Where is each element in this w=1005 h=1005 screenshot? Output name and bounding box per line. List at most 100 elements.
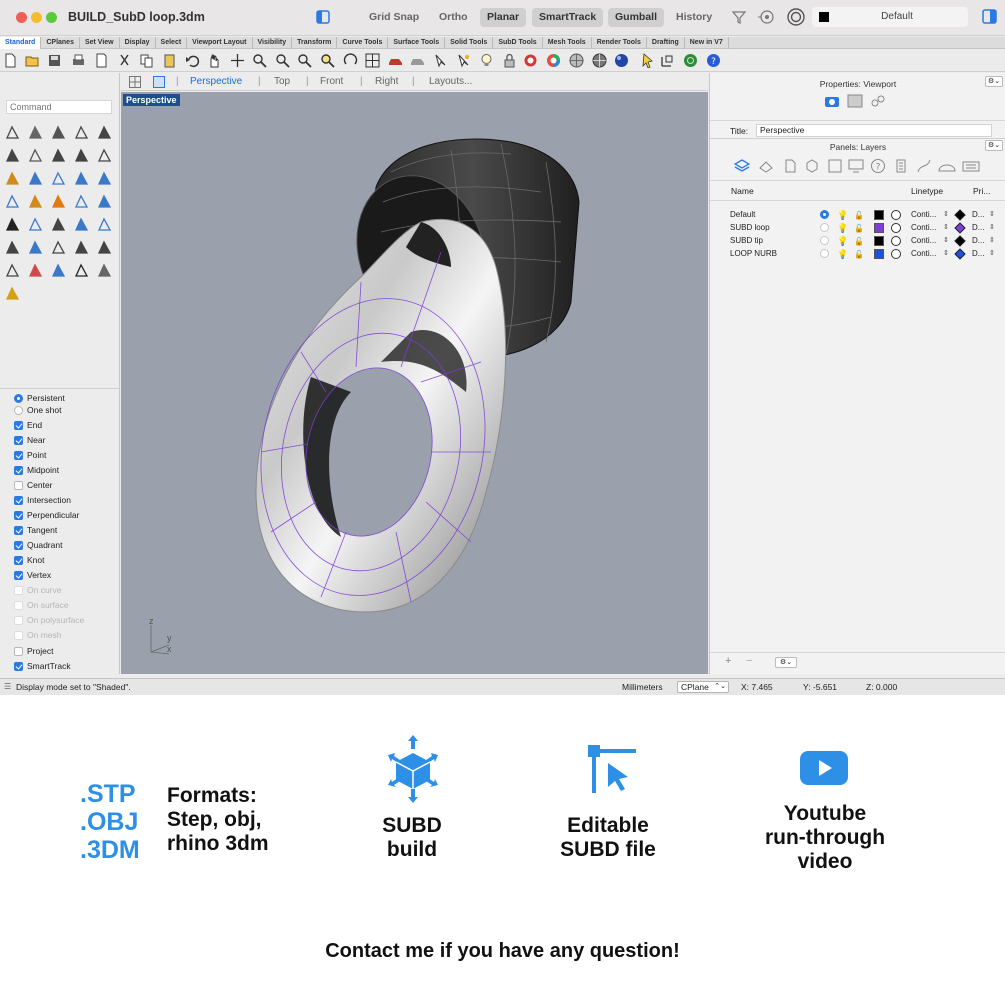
tangent-checkbox[interactable] — [14, 526, 23, 535]
render-panel-icon[interactable] — [758, 158, 774, 174]
notes-panel-icon[interactable] — [893, 158, 909, 174]
print-color-diamond[interactable] — [954, 248, 966, 260]
layers-options-button[interactable]: ⚙⌄ — [985, 140, 1003, 151]
current-layer-radio[interactable] — [820, 249, 829, 258]
group-icon[interactable] — [27, 216, 44, 233]
array-icon[interactable] — [73, 216, 90, 233]
current-layer-field[interactable]: Default — [812, 7, 968, 27]
four-viewports-icon[interactable] — [365, 53, 380, 68]
layer-name[interactable]: LOOP NURB — [730, 247, 777, 260]
surface-icon[interactable] — [4, 193, 21, 210]
zoom-window-button[interactable] — [46, 12, 57, 23]
sidebar-toggle-icon[interactable] — [316, 10, 330, 24]
project-checkbox[interactable] — [14, 647, 23, 656]
layer-row[interactable]: SUBD loop 💡 🔓 Conti... ⇕ D... ⇕ — [710, 221, 1005, 234]
color-wheel-icon[interactable] — [546, 53, 561, 68]
check-icon[interactable] — [73, 262, 90, 279]
paint-bucket-icon[interactable] — [4, 285, 21, 302]
layer-color-swatch[interactable] — [874, 236, 884, 246]
cplane-select[interactable]: CPlane ⌃⌄ — [677, 681, 729, 693]
join-icon[interactable] — [4, 216, 21, 233]
knot-checkbox[interactable] — [14, 556, 23, 565]
flow-icon[interactable] — [50, 193, 67, 210]
analyze-icon[interactable] — [50, 262, 67, 279]
record-history-icon[interactable] — [758, 9, 776, 25]
viewport-title-label[interactable]: Perspective — [123, 94, 180, 106]
undo-icon[interactable] — [185, 53, 200, 68]
explode-icon[interactable] — [27, 193, 44, 210]
gumball-button[interactable]: Gumball — [608, 8, 665, 27]
layer-color-swatch[interactable] — [874, 210, 884, 220]
polyline-icon[interactable] — [50, 124, 67, 141]
linetype-stepper-icon[interactable]: ⇕ — [943, 221, 949, 234]
add-layer-button[interactable]: + — [725, 655, 731, 667]
object-panel-icon[interactable] — [804, 158, 820, 174]
remove-layer-button[interactable]: − — [746, 655, 752, 667]
filter-icon[interactable] — [731, 9, 747, 25]
display-icon[interactable] — [847, 94, 863, 108]
fillet-icon[interactable] — [4, 170, 21, 187]
globe-icon[interactable] — [683, 53, 698, 68]
persistent-radio[interactable] — [14, 394, 23, 403]
linetype-stepper-icon[interactable]: ⇕ — [943, 247, 949, 260]
scale-icon[interactable] — [73, 239, 90, 256]
zoom-extents-icon[interactable] — [297, 53, 312, 68]
render-preview-icon[interactable] — [410, 53, 425, 68]
print-color-diamond[interactable] — [954, 222, 966, 234]
arc-icon[interactable] — [27, 147, 44, 164]
ellipse-icon[interactable] — [4, 147, 21, 164]
rectangle-icon[interactable] — [50, 147, 67, 164]
light-bulb-icon[interactable] — [479, 53, 494, 68]
grid-layout-icon[interactable] — [129, 76, 141, 88]
units-label[interactable]: Millimeters — [622, 679, 663, 695]
copy-icon[interactable] — [139, 53, 154, 68]
tab-new-in-v7[interactable]: New in V7 — [685, 37, 729, 49]
intersection-checkbox[interactable] — [14, 496, 23, 505]
box-icon[interactable] — [50, 170, 67, 187]
offset-icon[interactable] — [50, 216, 67, 233]
curve-panel-icon[interactable] — [916, 158, 932, 174]
title-input[interactable]: Perspective — [756, 124, 992, 137]
new-file-icon[interactable] — [3, 53, 18, 68]
cut-icon[interactable] — [117, 53, 132, 68]
material-circle-icon[interactable] — [891, 210, 901, 220]
grid-snap-button[interactable]: Grid Snap — [362, 8, 426, 27]
document-panel-icon[interactable] — [782, 158, 798, 174]
column-name[interactable]: Name — [731, 186, 754, 196]
tab-mesh-tools[interactable]: Mesh Tools — [543, 37, 592, 49]
tab-cplanes[interactable]: CPlanes — [41, 37, 80, 49]
target-icon[interactable] — [786, 7, 806, 27]
spiral-icon[interactable] — [96, 147, 113, 164]
smarttrack-button[interactable]: SmartTrack — [532, 8, 604, 27]
sphere-shaded-icon[interactable] — [569, 53, 584, 68]
center-checkbox[interactable] — [14, 481, 23, 490]
zoom-icon[interactable] — [252, 53, 267, 68]
sphere-icon[interactable] — [96, 170, 113, 187]
extrude-icon[interactable] — [96, 193, 113, 210]
copy-tool-icon[interactable] — [27, 239, 44, 256]
tab-display[interactable]: Display — [120, 37, 156, 49]
single-layout-icon[interactable] — [153, 76, 165, 88]
display-panel-icon[interactable] — [848, 158, 864, 174]
history-button[interactable]: History — [669, 8, 719, 27]
column-linetype[interactable]: Linetype — [911, 186, 943, 196]
layer-name[interactable]: Default — [730, 208, 755, 221]
print-stepper-icon[interactable]: ⇕ — [989, 234, 995, 247]
visibility-bulb-icon[interactable]: 💡 — [837, 248, 848, 261]
tab-surface-tools[interactable]: Surface Tools — [388, 37, 446, 49]
ortho-button[interactable]: Ortho — [432, 8, 475, 27]
tab-right[interactable]: Right — [375, 73, 398, 91]
layer-tools-button[interactable]: ⚙⌄ — [775, 657, 797, 668]
column-print[interactable]: Pri... — [973, 186, 990, 196]
grid-array-icon[interactable] — [4, 262, 21, 279]
end-checkbox[interactable] — [14, 421, 23, 430]
layer-name[interactable]: SUBD loop — [730, 221, 770, 234]
layer-print-width[interactable]: D... — [972, 221, 984, 234]
zoom-window-icon[interactable] — [275, 53, 290, 68]
lock-open-icon[interactable]: 🔓 — [854, 248, 864, 261]
rotate-icon[interactable] — [50, 239, 67, 256]
layer-row[interactable]: Default 💡 🔓 Conti... ⇕ D... ⇕ — [710, 208, 1005, 221]
print-color-diamond[interactable] — [954, 209, 966, 221]
gumball-tool-icon[interactable] — [660, 53, 675, 68]
layer-color-swatch[interactable] — [874, 249, 884, 259]
